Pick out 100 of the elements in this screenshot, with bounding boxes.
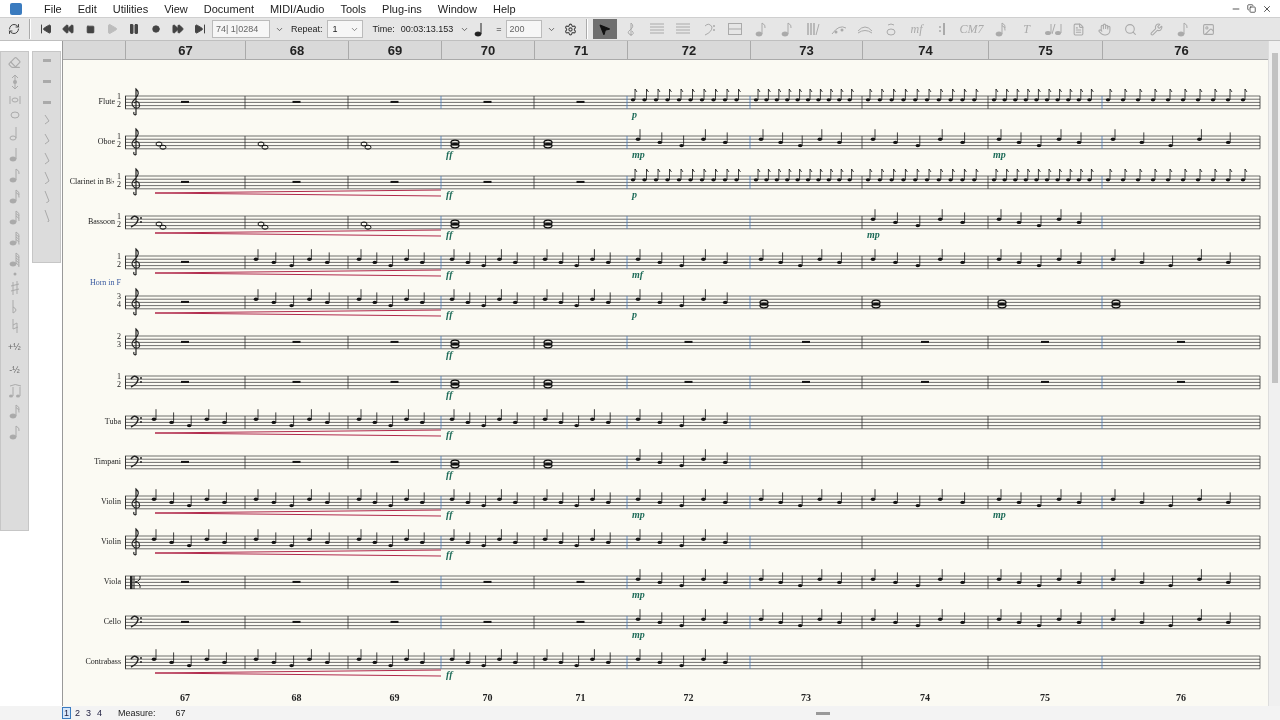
rest-icon bbox=[1177, 380, 1185, 383]
palette-icon[interactable] bbox=[7, 384, 22, 398]
page-tab[interactable]: 2 bbox=[73, 707, 83, 719]
rest-icon bbox=[181, 300, 189, 303]
select-icon bbox=[598, 22, 612, 36]
palette-icon[interactable] bbox=[8, 251, 21, 267]
wrench-icon bbox=[1150, 22, 1164, 36]
rest-icon bbox=[1041, 380, 1049, 383]
whole-note-icon bbox=[543, 339, 553, 349]
dynamic-marking: mf bbox=[632, 269, 644, 280]
skip-end-icon bbox=[194, 23, 206, 35]
zoom-icon bbox=[1124, 22, 1138, 36]
position-field[interactable]: 74| 1|0284 bbox=[212, 20, 270, 38]
instrument-name: Violin bbox=[101, 497, 121, 506]
menu-item[interactable]: Tools bbox=[332, 2, 375, 15]
palette-icon[interactable] bbox=[8, 230, 21, 246]
scroll-thumb[interactable] bbox=[816, 711, 830, 715]
menu-item[interactable]: View bbox=[156, 2, 196, 15]
instrument-name: Bassoon bbox=[87, 217, 115, 226]
dynamic-marking: ff bbox=[446, 549, 453, 560]
vertical-scrollbar[interactable] bbox=[1268, 41, 1280, 706]
chord-icon bbox=[155, 141, 167, 150]
palette-icon[interactable] bbox=[9, 281, 20, 295]
close-icon[interactable] bbox=[1262, 3, 1272, 14]
page-tab[interactable]: 1 bbox=[62, 707, 71, 719]
part-numbers: 1 2 bbox=[117, 253, 121, 269]
rewind-icon bbox=[62, 23, 74, 35]
measure-number[interactable]: 70 bbox=[441, 41, 534, 59]
palette-icon[interactable] bbox=[8, 188, 21, 204]
palette-icon[interactable] bbox=[8, 424, 21, 440]
measure-number: 76 bbox=[1175, 690, 1187, 705]
notes-drawing bbox=[356, 528, 425, 548]
rest-icon bbox=[390, 580, 399, 583]
page-tab[interactable]: 3 bbox=[84, 707, 94, 719]
dynamic-marking: mp bbox=[993, 149, 1006, 160]
rest-icon bbox=[292, 580, 301, 583]
palette-icon[interactable] bbox=[8, 167, 21, 183]
measure-number[interactable]: 74 bbox=[862, 41, 988, 59]
menu-item[interactable]: Edit bbox=[69, 2, 105, 15]
tempo-field[interactable]: 200 bbox=[505, 20, 542, 38]
measure-number: 69 bbox=[388, 690, 401, 705]
page-tab[interactable]: 4 bbox=[95, 707, 105, 719]
bass-clef-icon bbox=[130, 455, 142, 468]
measure-number[interactable]: 69 bbox=[348, 41, 441, 59]
menu-item[interactable]: Help bbox=[484, 2, 524, 15]
palette-item[interactable]: -½ bbox=[9, 361, 20, 379]
image-icon bbox=[1202, 22, 1216, 36]
measure-number: 68 bbox=[290, 690, 303, 705]
palette-item[interactable]: +½ bbox=[8, 338, 21, 356]
measure-value: 67 bbox=[174, 708, 187, 718]
notes-drawing bbox=[542, 408, 611, 428]
equals-sign: = bbox=[495, 24, 503, 34]
rest-icon bbox=[684, 380, 693, 383]
menu-item[interactable]: Plug-ins bbox=[374, 2, 430, 15]
menu-item[interactable]: Utilities bbox=[104, 2, 157, 15]
rest-icon bbox=[483, 100, 492, 103]
chord-icon bbox=[257, 141, 269, 150]
palette-icon[interactable] bbox=[9, 110, 20, 120]
palette-icon[interactable] bbox=[7, 95, 22, 105]
select-tool[interactable] bbox=[592, 19, 617, 39]
part-numbers: 1 2 bbox=[117, 93, 121, 109]
palette-icon[interactable] bbox=[8, 209, 21, 225]
rest-icon bbox=[181, 380, 189, 383]
bass-clef-icon bbox=[130, 375, 142, 388]
menu-item[interactable]: Document bbox=[195, 2, 262, 15]
instrument-name: Clarinet in B♭ bbox=[69, 177, 115, 186]
measure-number[interactable]: 76 bbox=[1102, 41, 1260, 59]
rest-icon bbox=[483, 580, 492, 583]
measure-number[interactable]: 68 bbox=[245, 41, 348, 59]
palette-icon[interactable] bbox=[8, 56, 21, 69]
scroll-thumb[interactable] bbox=[1271, 53, 1278, 383]
palette-icon[interactable] bbox=[8, 403, 21, 419]
dynamic-marking: ff bbox=[446, 469, 453, 480]
notes-drawing bbox=[542, 288, 611, 308]
menu-item[interactable]: MIDI/Audio bbox=[261, 2, 333, 15]
notes-drawing bbox=[449, 408, 518, 428]
measure-number[interactable]: 72 bbox=[627, 41, 750, 59]
whole-note-icon bbox=[543, 459, 553, 469]
treble-clef-icon bbox=[131, 168, 141, 196]
rest-icon bbox=[921, 380, 929, 383]
bass-clef-icon bbox=[130, 215, 142, 228]
notes-drawing bbox=[542, 248, 611, 268]
repeat-select[interactable]: 1 bbox=[326, 20, 363, 38]
measure-number[interactable]: 75 bbox=[988, 41, 1102, 59]
restore-icon[interactable] bbox=[1247, 3, 1256, 13]
treble-clef-icon bbox=[131, 528, 141, 556]
bass-clef-icon bbox=[130, 655, 142, 668]
menu-item[interactable]: File bbox=[36, 2, 70, 15]
rest-icon bbox=[292, 180, 301, 183]
rest-icon bbox=[576, 580, 585, 583]
staff-icon bbox=[649, 23, 664, 35]
measure-number[interactable]: 71 bbox=[534, 41, 627, 59]
menu-item[interactable]: Window bbox=[429, 2, 485, 15]
whole-note-icon bbox=[1111, 299, 1121, 309]
treble-clef-icon bbox=[131, 128, 141, 156]
measure-number: 72 bbox=[682, 690, 695, 705]
measure-number[interactable]: 73 bbox=[750, 41, 862, 59]
palette-icon[interactable] bbox=[9, 319, 20, 333]
palette-icon[interactable] bbox=[9, 74, 20, 90]
measure-number[interactable]: 67 bbox=[125, 41, 245, 59]
